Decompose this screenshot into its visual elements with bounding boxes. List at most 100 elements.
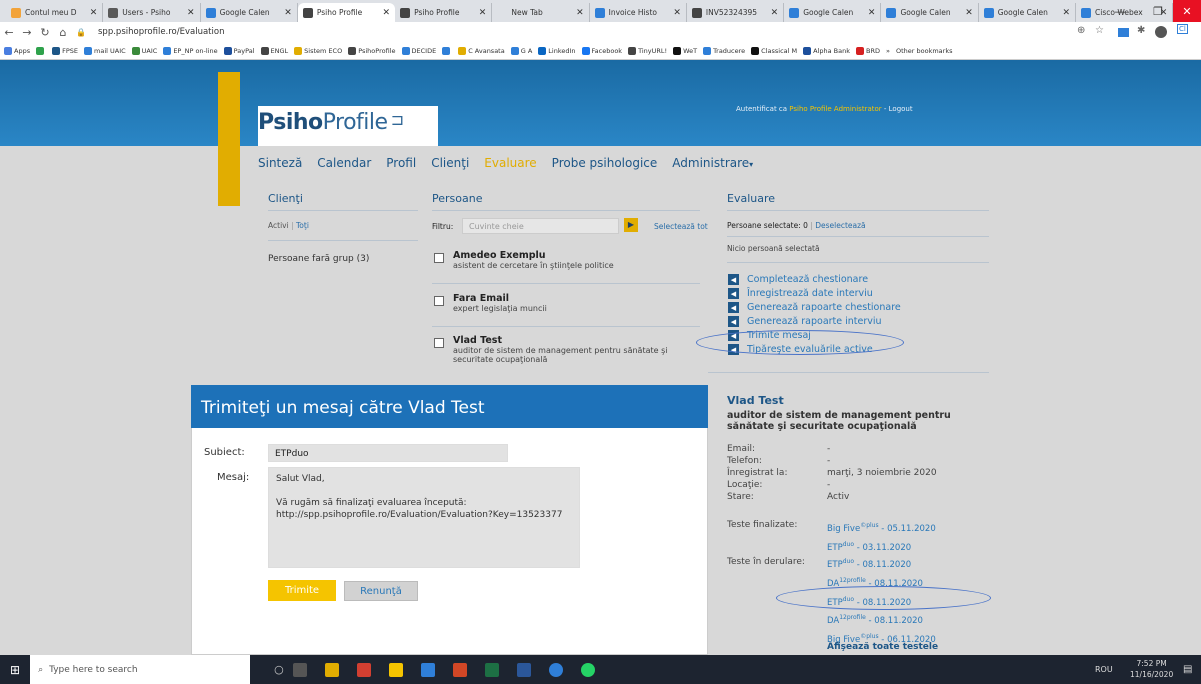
bookmark[interactable]: Sistem ECO xyxy=(294,46,342,55)
test-link[interactable]: Big Five©plus - 05.11.2020 xyxy=(827,522,936,534)
browser-tab[interactable]: Invoice Histo ✕ xyxy=(590,3,687,22)
subject-input[interactable]: ETPduo xyxy=(268,444,508,462)
message-textarea[interactable]: Salut Vlad, Vă rugăm să finalizaţi evalu… xyxy=(268,467,580,568)
close-icon[interactable]: ✕ xyxy=(187,8,195,18)
bookmarks-overflow[interactable]: » xyxy=(886,47,890,55)
tray-lang[interactable]: ROU xyxy=(1095,665,1113,674)
browser-tab[interactable]: Google Calen ✕ xyxy=(784,3,882,22)
menu-evaluare[interactable]: Evaluare xyxy=(484,156,536,170)
word-icon[interactable] xyxy=(516,662,531,677)
windows-start-icon[interactable]: ⊞ xyxy=(10,663,20,677)
action-generate-questionnaire-reports[interactable]: ◀ Generează rapoarte chestionare xyxy=(728,302,901,313)
taskbar-search[interactable]: ⌕ Type here to search xyxy=(30,655,251,684)
task-view-icon[interactable] xyxy=(292,662,307,677)
reload-icon[interactable]: ↻ xyxy=(36,26,54,39)
close-icon[interactable]: ✕ xyxy=(771,8,779,18)
action-record-interview[interactable]: ◀ Înregistrează date interviu xyxy=(728,288,901,299)
bookmark[interactable]: PsihoProfile xyxy=(348,46,396,55)
bookmark[interactable]: Classical M xyxy=(751,46,797,55)
bookmark[interactable]: TinyURL! xyxy=(628,46,667,55)
person-item[interactable]: Fara Email expert legislaţia muncii xyxy=(432,293,702,313)
close-icon[interactable]: ✕ xyxy=(576,8,584,18)
group-no-group[interactable]: Persoane fară grup (3) xyxy=(268,254,369,264)
close-icon[interactable]: ✕ xyxy=(383,8,391,18)
logo[interactable]: PsihoProfile ⊐ xyxy=(258,110,404,135)
bookmark[interactable]: EP_NP on-line xyxy=(163,46,218,55)
url-input[interactable]: spp.psihoprofile.ro/Evaluation xyxy=(98,27,224,37)
extension-icon[interactable] xyxy=(1118,28,1129,37)
person-item[interactable]: Vlad Test auditor de sistem de managemen… xyxy=(432,335,702,364)
home-icon[interactable]: ⌂ xyxy=(54,26,72,39)
browser-tab[interactable]: Google Calen ✕ xyxy=(979,3,1077,22)
extension-cl-icon[interactable]: Cl xyxy=(1177,24,1188,34)
app-icon[interactable] xyxy=(388,662,403,677)
browser-tab[interactable]: Google Calen ✕ xyxy=(881,3,979,22)
close-window-button[interactable]: ✕ xyxy=(1173,0,1201,22)
forward-icon[interactable]: → xyxy=(18,26,36,39)
excel-icon[interactable] xyxy=(484,662,499,677)
browser-tab[interactable]: New Tab ✕ xyxy=(492,3,590,22)
filter-go-button[interactable]: ▶ xyxy=(624,218,638,232)
bookmark[interactable]: LinkedIn xyxy=(538,46,576,55)
bookmark[interactable]: Traducere xyxy=(703,46,745,55)
bookmark[interactable]: ENGL xyxy=(260,46,288,55)
close-icon[interactable]: ✕ xyxy=(284,8,292,18)
powerpoint-icon[interactable] xyxy=(452,662,467,677)
person-checkbox[interactable] xyxy=(434,338,444,348)
clients-active-link[interactable]: Activi xyxy=(268,221,289,230)
bookmark[interactable]: Facebook xyxy=(581,46,622,55)
action-complete-questionnaires[interactable]: ◀ Completează chestionare xyxy=(728,274,901,285)
close-icon[interactable]: ✕ xyxy=(965,8,973,18)
menu-profil[interactable]: Profil xyxy=(386,156,416,170)
bookmark[interactable]: Apps xyxy=(4,46,30,55)
menu-clienti[interactable]: Clienţi xyxy=(431,156,469,170)
show-all-tests-link[interactable]: Afişează toate testele xyxy=(827,642,938,652)
clock[interactable]: 7:52 PM 11/16/2020 xyxy=(1130,658,1173,680)
person-checkbox[interactable] xyxy=(434,296,444,306)
logout-link[interactable]: Logout xyxy=(889,105,913,113)
menu-sinteza[interactable]: Sinteză xyxy=(258,156,302,170)
webex-icon[interactable] xyxy=(548,662,563,677)
notification-icon[interactable]: ▤ xyxy=(1183,664,1192,675)
bookmark[interactable]: C Avansata xyxy=(458,46,505,55)
bookmark[interactable]: PayPal xyxy=(223,46,255,55)
deselect-link[interactable]: Deselectează xyxy=(815,221,865,230)
cancel-button[interactable]: Renunţă xyxy=(344,581,418,601)
outlook-icon[interactable] xyxy=(420,662,435,677)
bookmark[interactable]: UAIC xyxy=(131,46,157,55)
file-explorer-icon[interactable] xyxy=(324,662,339,677)
bookmark[interactable]: G A xyxy=(510,46,532,55)
select-all-link[interactable]: Selectează tot xyxy=(654,222,708,231)
minimize-button[interactable]: — xyxy=(1100,0,1140,22)
close-icon[interactable]: ✕ xyxy=(868,8,876,18)
star-icon[interactable]: ☆ xyxy=(1095,25,1104,36)
browser-tab[interactable]: Google Calen ✕ xyxy=(201,3,298,22)
close-icon[interactable]: ✕ xyxy=(90,8,98,18)
bookmark[interactable] xyxy=(442,46,452,55)
bookmark[interactable]: BRD xyxy=(856,46,880,55)
avatar[interactable] xyxy=(1155,26,1167,38)
browser-tab[interactable]: Psiho Profile ✕ xyxy=(395,3,493,22)
maximize-button[interactable]: ❐ xyxy=(1138,0,1178,22)
bookmark[interactable] xyxy=(36,46,46,55)
zoom-icon[interactable]: ⊕ xyxy=(1077,25,1085,36)
bookmark[interactable]: WeT xyxy=(673,46,697,55)
menu-probe[interactable]: Probe psihologice xyxy=(552,156,658,170)
browser-tab[interactable]: Contul meu D ✕ xyxy=(6,3,104,22)
other-bookmarks[interactable]: Other bookmarks xyxy=(896,47,953,55)
browser-tab[interactable]: Psiho Profile ✕ xyxy=(297,3,396,22)
action-generate-interview-reports[interactable]: ◀ Generează rapoarte interviu xyxy=(728,316,901,327)
chrome-icon[interactable] xyxy=(356,662,371,677)
menu-calendar[interactable]: Calendar xyxy=(317,156,371,170)
cortana-icon[interactable]: ○ xyxy=(274,663,284,676)
test-link[interactable]: DA12profile - 08.11.2020 xyxy=(827,614,936,626)
bookmark[interactable]: DECIDE xyxy=(401,46,436,55)
close-icon[interactable]: ✕ xyxy=(1062,8,1070,18)
auth-user-link[interactable]: Psiho Profile Administrator xyxy=(789,105,881,113)
back-icon[interactable]: ← xyxy=(0,26,18,39)
test-link[interactable]: ETPduo - 08.11.2020 xyxy=(827,558,936,570)
person-checkbox[interactable] xyxy=(434,253,444,263)
bookmark[interactable]: mail UAIC xyxy=(84,46,126,55)
puzzle-icon[interactable]: ✱ xyxy=(1137,25,1145,36)
clients-all-link[interactable]: Toţi xyxy=(296,221,309,230)
